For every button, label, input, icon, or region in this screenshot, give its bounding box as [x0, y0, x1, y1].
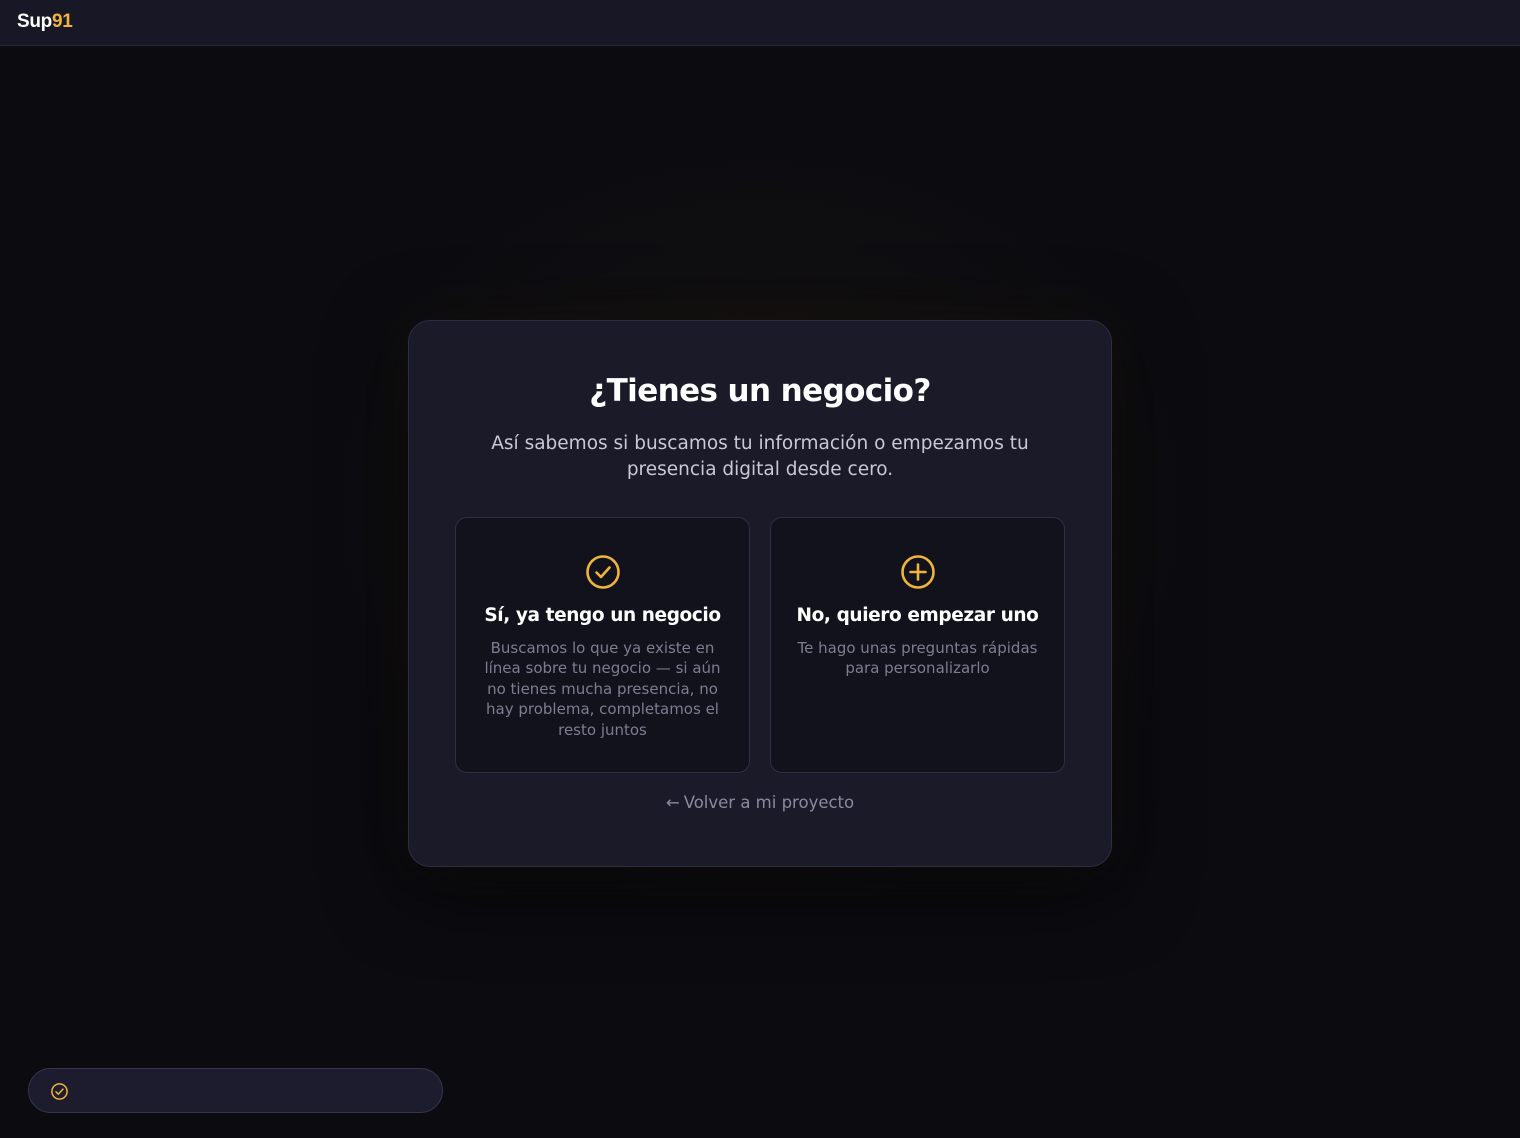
arrow-left-icon: ←: [665, 793, 680, 812]
check-circle-icon: [51, 1083, 68, 1100]
dialog-subtitle: Así sabemos si buscamos tu información o…: [491, 433, 1029, 480]
option-has-business[interactable]: Sí, ya tengo un negocio Buscamos lo que …: [455, 517, 750, 773]
option-title: No, quiero empezar uno: [796, 605, 1039, 626]
plus-circle-icon: [900, 555, 935, 589]
option-description: Buscamos lo que ya existe en línea sobre…: [484, 639, 721, 739]
top-bar: Sup91: [0, 0, 1520, 46]
status-toast: [28, 1068, 443, 1113]
logo-text-primary: Sup: [17, 11, 52, 32]
back-link-label: Volver a mi proyecto: [683, 793, 855, 812]
dialog-title: ¿Tienes un negocio?: [589, 373, 931, 409]
check-circle-icon: [585, 555, 620, 589]
option-description: Te hago unas preguntas rápidas para pers…: [797, 639, 1038, 678]
logo-text-accent: 91: [52, 11, 73, 32]
option-start-business[interactable]: No, quiero empezar uno Te hago unas preg…: [770, 517, 1065, 773]
option-title: Sí, ya tengo un negocio: [484, 605, 721, 626]
business-question-dialog: ¿Tienes un negocio? Así sabemos si busca…: [408, 320, 1112, 867]
back-to-project-link[interactable]: ← Volver a mi proyecto: [409, 793, 1111, 812]
logo[interactable]: Sup91: [17, 11, 73, 33]
